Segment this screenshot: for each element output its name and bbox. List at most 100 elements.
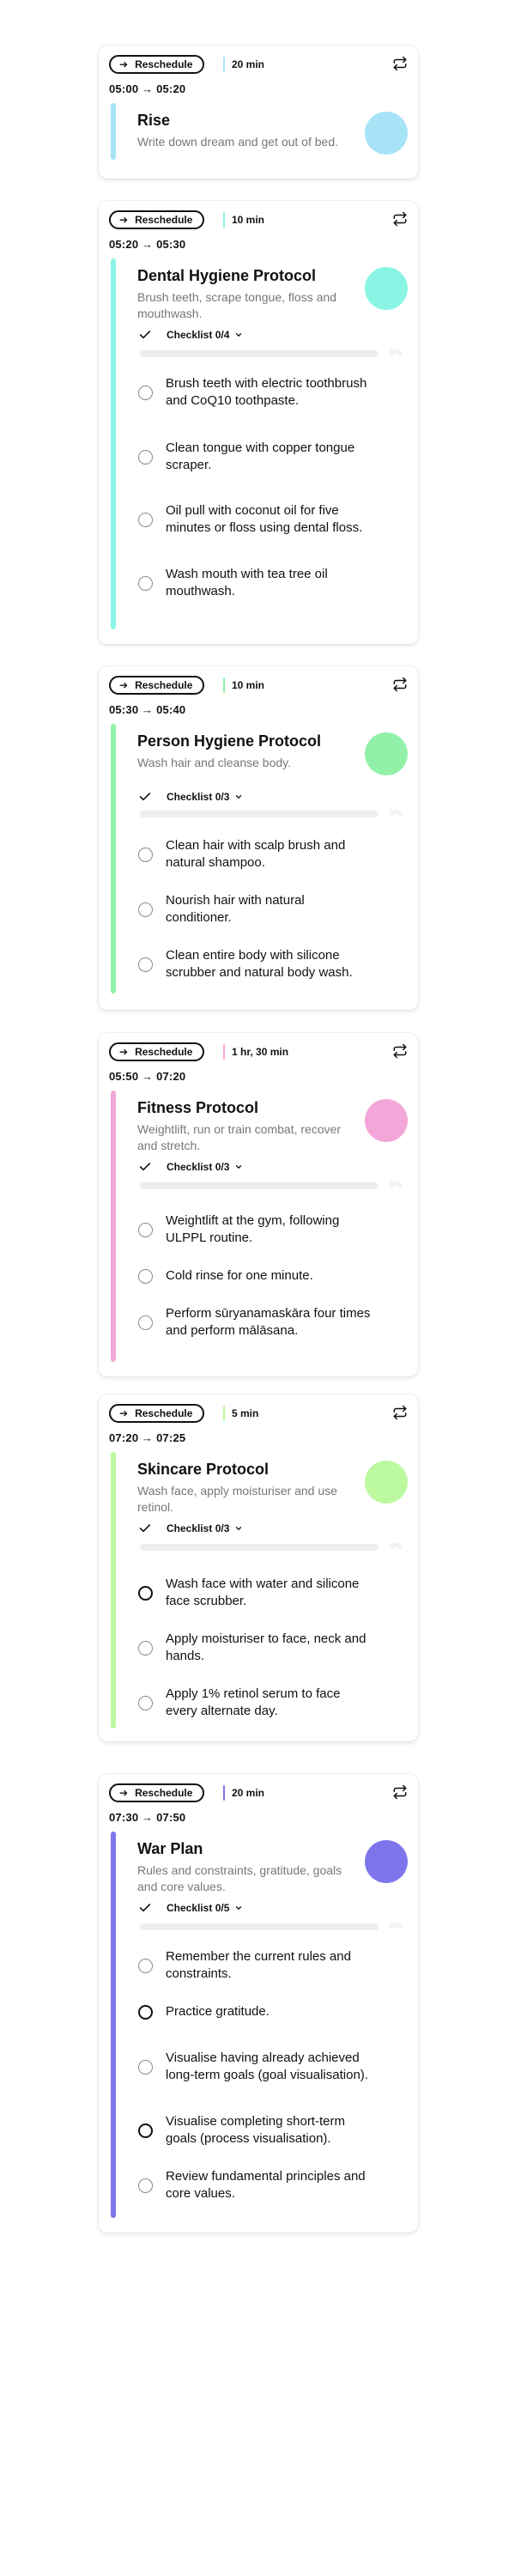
reschedule-button[interactable]: ➔ Reschedule — [109, 1042, 205, 1061]
repeat-icon[interactable] — [392, 1784, 408, 1800]
checklist-item-text: Clean entire body with silicone scrubber… — [166, 948, 353, 980]
radio-circle-icon[interactable] — [138, 449, 153, 465]
repeat-icon[interactable] — [392, 211, 408, 227]
checklist-item[interactable]: Clean tongue with copper tongue scraper. — [138, 428, 396, 485]
repeat-icon[interactable] — [392, 56, 408, 71]
color-circle[interactable] — [365, 732, 408, 775]
card-header: ➔ Reschedule 20 min — [109, 55, 408, 76]
card-header: ➔ Reschedule 5 min — [109, 1404, 408, 1425]
routine-title: Rise — [137, 112, 171, 129]
repeat-icon[interactable] — [392, 1043, 408, 1059]
checklist-item[interactable]: Apply moisturiser to face, neck and hand… — [138, 1619, 396, 1676]
checklist-toggle[interactable]: Checklist 0/5 — [138, 1900, 243, 1916]
checklist-progress-bar — [140, 350, 379, 357]
chevron-down-icon — [236, 333, 242, 337]
repeat-icon[interactable] — [392, 1405, 408, 1420]
checklist-item[interactable]: Apply 1% retinol serum to face every alt… — [138, 1674, 396, 1731]
color-circle[interactable] — [365, 267, 408, 310]
checklist-item[interactable]: Brush teeth with electric toothbrush and… — [138, 364, 396, 421]
routine-card-war-plan: ➔ Reschedule 20 min 07:30 → 07:50 War Pl… — [99, 1774, 418, 2233]
checklist-item-text: Remember the current rules and constrain… — [166, 1949, 351, 1981]
checklist-item-text: Review fundamental principles and core v… — [166, 2169, 366, 2201]
checklist-item[interactable]: Wash mouth with tea tree oil mouthwash. — [138, 555, 396, 611]
radio-circle-icon[interactable] — [138, 1640, 153, 1656]
checklist-count: 0/3 — [215, 1161, 230, 1173]
checklist-item[interactable]: Oil pull with coconut oil for five minut… — [138, 491, 396, 548]
routine-description: Brush teeth, scrape tongue, floss and mo… — [137, 290, 336, 320]
checklist-item-text: Perform sūryanamaskāra four times and pe… — [166, 1306, 371, 1338]
time-range: 07:20 → 07:25 — [109, 1431, 186, 1444]
radio-circle-icon[interactable] — [138, 2059, 153, 2075]
reschedule-button[interactable]: ➔ Reschedule — [109, 210, 205, 229]
progress-percent: 0% — [390, 349, 403, 358]
reschedule-button[interactable]: ➔ Reschedule — [109, 1783, 205, 1802]
radio-circle-icon[interactable] — [138, 1268, 153, 1284]
checklist-item-text: Wash mouth with tea tree oil mouthwash. — [166, 567, 328, 598]
checklist-item-text: Clean hair with scalp brush and natural … — [166, 838, 346, 870]
time-range: 07:30 → 07:50 — [109, 1811, 186, 1824]
color-stripe — [111, 258, 116, 629]
color-circle[interactable] — [365, 1840, 408, 1883]
checklist-item-text: Visualise having already achieved long-t… — [166, 2050, 368, 2082]
reschedule-button[interactable]: ➔ Reschedule — [109, 1404, 205, 1423]
routine-card-fitness: ➔ Reschedule 1 hr, 30 min 05:50 → 07:20 … — [99, 1033, 418, 1376]
radio-circle-icon[interactable] — [138, 385, 153, 400]
reschedule-label: Reschedule — [135, 58, 193, 70]
radio-circle-icon[interactable] — [138, 1585, 153, 1601]
checklist-item[interactable]: Wash face with water and silicone face s… — [138, 1564, 396, 1621]
checklist-item-text: Practice gratitude. — [166, 2004, 270, 2019]
chevron-down-icon — [236, 1527, 242, 1530]
duration-color-bar — [223, 212, 225, 228]
radio-circle-icon[interactable] — [138, 847, 153, 862]
checklist-item[interactable]: Visualise having already achieved long-t… — [138, 2038, 396, 2095]
color-circle[interactable] — [365, 112, 408, 155]
repeat-icon[interactable] — [392, 677, 408, 692]
progress-percent: 0% — [390, 809, 403, 818]
checklist-toggle[interactable]: Checklist 0/3 — [138, 1159, 243, 1175]
duration-color-bar — [223, 677, 225, 693]
checklist-item[interactable]: Review fundamental principles and core v… — [138, 2157, 396, 2214]
radio-circle-icon[interactable] — [138, 957, 153, 972]
arrow-right-icon: ➔ — [119, 1787, 129, 1799]
color-circle[interactable] — [365, 1099, 408, 1142]
duration-color-bar — [223, 1044, 225, 1060]
radio-circle-icon[interactable] — [138, 1695, 153, 1710]
checklist-progress-bar — [140, 1544, 379, 1551]
radio-circle-icon[interactable] — [138, 2178, 153, 2193]
checklist-toggle[interactable]: Checklist 0/3 — [138, 1521, 243, 1536]
routine-card-dental-hygiene: ➔ Reschedule 10 min 05:20 → 05:30 Dental… — [99, 201, 418, 644]
checklist-toggle[interactable]: Checklist 0/4 — [138, 327, 243, 343]
radio-circle-icon[interactable] — [138, 512, 153, 527]
reschedule-label: Reschedule — [135, 1407, 193, 1419]
radio-circle-icon[interactable] — [138, 2123, 153, 2138]
arrow-right-icon: ➔ — [119, 58, 129, 70]
radio-circle-icon[interactable] — [138, 2004, 153, 2020]
routine-title: Person Hygiene Protocol — [137, 732, 322, 750]
color-stripe — [111, 1091, 116, 1362]
radio-circle-icon[interactable] — [138, 902, 153, 917]
radio-circle-icon[interactable] — [138, 1958, 153, 1973]
time-range: 05:30 → 05:40 — [109, 703, 186, 716]
radio-circle-icon[interactable] — [138, 1315, 153, 1330]
radio-circle-icon[interactable] — [138, 575, 153, 591]
reschedule-button[interactable]: ➔ Reschedule — [109, 55, 205, 74]
routine-schedule: ➔ Reschedule 20 min 05:00 → 05:20 Rise W… — [0, 0, 515, 2576]
color-circle[interactable] — [365, 1461, 408, 1504]
checklist-item-text: Visualise completing short-term goals (p… — [166, 2114, 345, 2146]
card-header: ➔ Reschedule 1 hr, 30 min — [109, 1042, 408, 1063]
checklist-item-text: Nourish hair with natural conditioner. — [166, 893, 305, 925]
checklist-item[interactable]: Visualise completing short-term goals (p… — [138, 2102, 396, 2159]
card-header: ➔ Reschedule 20 min — [109, 1783, 408, 1804]
radio-circle-icon[interactable] — [138, 1222, 153, 1237]
checklist-count: 0/5 — [215, 1902, 230, 1914]
checklist-item[interactable]: Nourish hair with natural conditioner. — [138, 881, 396, 938]
color-stripe — [111, 103, 116, 160]
checklist-item[interactable]: Practice gratitude. — [138, 1984, 396, 2040]
checklist-item[interactable]: Clean entire body with silicone scrubber… — [138, 936, 396, 993]
reschedule-button[interactable]: ➔ Reschedule — [109, 676, 205, 695]
checklist-item-text: Clean tongue with copper tongue scraper. — [166, 440, 355, 472]
checklist-toggle[interactable]: Checklist 0/3 — [138, 789, 243, 805]
checklist-item[interactable]: Perform sūryanamaskāra four times and pe… — [138, 1294, 396, 1351]
routine-title: Dental Hygiene Protocol — [137, 267, 317, 284]
checklist-item[interactable]: Clean hair with scalp brush and natural … — [138, 826, 396, 883]
